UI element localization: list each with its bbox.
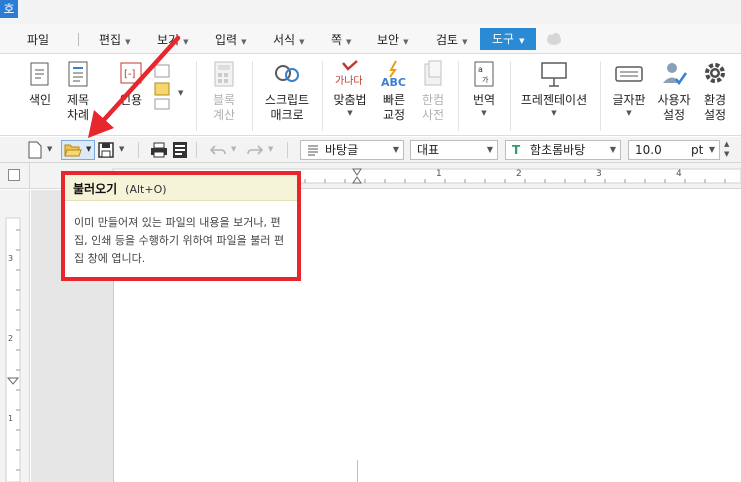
svg-text:a: a — [478, 65, 483, 74]
font-type-icon: T — [512, 143, 521, 157]
keyboard-icon — [615, 66, 643, 82]
menu-security[interactable]: 보안 ▼ — [377, 30, 408, 50]
spellcheck-button[interactable]: 가나다 맞춤법 ▼ — [330, 59, 370, 118]
ribbon-separator — [600, 61, 601, 131]
menu-file[interactable]: 파일 — [27, 30, 49, 50]
ruler-label: 3 — [8, 254, 14, 263]
ruler-label: 1 — [8, 414, 14, 423]
hancom-dict-button[interactable]: 한컴 사전 — [416, 59, 450, 123]
ruler-label: 1 — [436, 169, 442, 179]
undo-dropdown-icon[interactable]: ▼ — [231, 145, 236, 153]
index-button[interactable]: 색인 — [24, 59, 56, 108]
title-bar: 호 — [0, 0, 741, 24]
block-calc-button[interactable]: 블록 계산 — [206, 59, 242, 123]
presentation-icon — [541, 62, 567, 87]
menu-format[interactable]: 서식 ▼ — [273, 30, 304, 50]
new-document-icon[interactable] — [28, 141, 42, 159]
ruler-label: 4 — [676, 169, 682, 179]
paragraph-select[interactable]: 대표 ▼ — [410, 140, 498, 160]
dictionary-icon — [424, 60, 442, 86]
ribbon-separator — [458, 61, 459, 131]
page-center-guide — [357, 460, 358, 482]
user-settings-button[interactable]: 사용자 설정 — [656, 59, 692, 123]
script-macro-button[interactable]: 스크립트 매크로 — [262, 59, 312, 123]
style-icon — [308, 145, 318, 156]
svg-text:ABC: ABC — [381, 76, 406, 89]
redo-icon[interactable] — [247, 141, 263, 159]
ribbon-separator — [322, 61, 323, 131]
spellcheck-icon: 가나다 — [335, 60, 363, 87]
gear-icon — [705, 63, 725, 83]
menu-tools[interactable]: 도구 ▼ — [480, 28, 536, 50]
font-size-input[interactable]: 10.0 pt ▼ — [628, 140, 720, 160]
svg-text:가: 가 — [482, 75, 489, 84]
toolbar-separator — [138, 142, 139, 158]
ruler-label: 2 — [8, 334, 14, 343]
user-settings-icon — [663, 63, 688, 86]
font-select[interactable]: T 함초롬바탕 ▼ — [505, 140, 621, 160]
macro-icon — [275, 65, 299, 82]
menu-page[interactable]: 쪽 ▼ — [331, 30, 351, 50]
annotation-arrow — [88, 35, 181, 138]
cloud-icon[interactable] — [545, 32, 563, 46]
ribbon-separator — [510, 61, 511, 131]
vertical-ruler: 3 2 1 — [0, 190, 30, 482]
tab-stop-icon[interactable] — [8, 169, 20, 181]
quick-correct-button[interactable]: ABC 빠른 교정 — [376, 59, 412, 123]
quick-correct-icon: ABC — [381, 60, 406, 89]
ribbon-separator — [252, 61, 253, 131]
ribbon-separator — [196, 61, 197, 131]
calculator-icon — [214, 61, 234, 87]
undo-icon[interactable] — [210, 141, 226, 159]
app-logo-icon: 호 — [0, 0, 18, 18]
font-size-stepper[interactable]: ▲ ▼ — [724, 139, 729, 159]
svg-text:가나다: 가나다 — [335, 75, 363, 87]
toolbar-separator — [287, 142, 288, 158]
menu-separator — [78, 33, 79, 46]
presentation-button[interactable]: 프레젠테이션 ▼ — [518, 59, 590, 118]
translate-button[interactable]: a가 번역 ▼ — [466, 59, 502, 118]
toolbar-separator — [196, 142, 197, 158]
menu-review[interactable]: 검토 ▼ — [436, 30, 467, 50]
ruler-label: 3 — [596, 169, 602, 179]
keyboard-button[interactable]: 글자판 ▼ — [610, 59, 648, 118]
env-settings-button[interactable]: 환경 설정 — [699, 59, 731, 123]
annotation-highlight-box — [61, 171, 301, 281]
menu-insert[interactable]: 입력 ▼ — [215, 30, 246, 50]
open-dropdown-icon[interactable]: ▼ — [86, 145, 91, 153]
save-dropdown-icon[interactable]: ▼ — [119, 145, 124, 153]
new-dropdown-icon[interactable]: ▼ — [47, 145, 52, 153]
ruler-label: 2 — [516, 169, 522, 179]
translate-icon: a가 — [474, 61, 494, 87]
style-select[interactable]: 바탕글 ▼ — [300, 140, 404, 160]
open-folder-icon — [64, 144, 82, 157]
redo-dropdown-icon[interactable]: ▼ — [268, 145, 273, 153]
index-icon — [30, 62, 49, 86]
